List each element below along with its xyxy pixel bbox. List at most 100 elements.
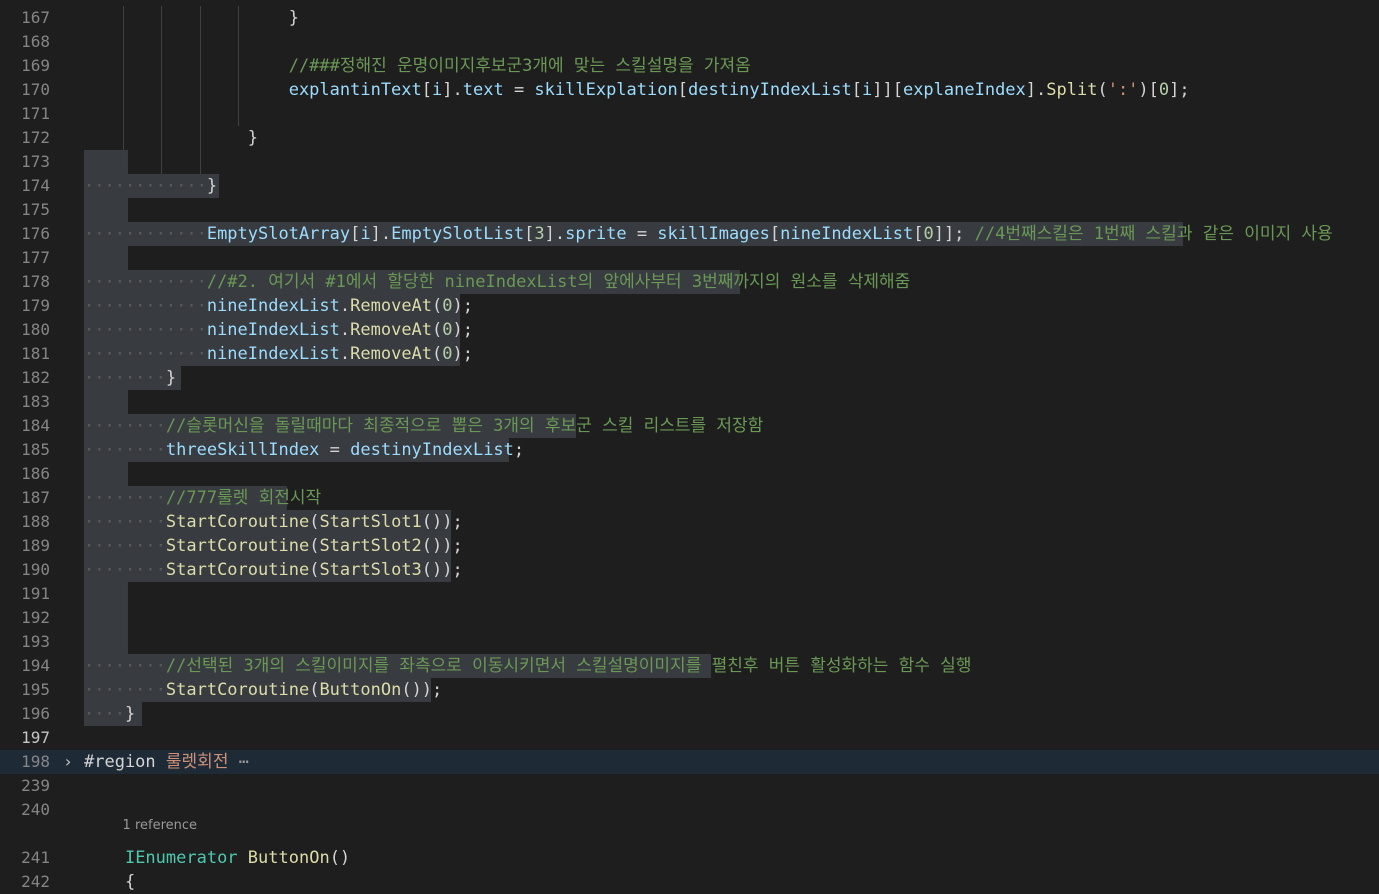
- code-text: ········}: [84, 368, 177, 388]
- code-line[interactable]: 185 ········threeSkillIndex = destinyInde…: [0, 438, 1379, 462]
- code-line[interactable]: 239: [0, 774, 1379, 798]
- line-number: 173: [21, 152, 50, 171]
- line-number: 170: [21, 80, 50, 99]
- line-number: 187: [21, 488, 50, 507]
- code-line[interactable]: 178 ············//#2. 여기서 #1에서 할당한 nineIn…: [0, 270, 1379, 294]
- selection-highlight: [84, 462, 128, 486]
- code-line[interactable]: 188 ········StartCoroutine(StartSlot1());: [0, 510, 1379, 534]
- code-text: ············//#2. 여기서 #1에서 할당한 nineIndex…: [84, 272, 911, 292]
- code-line[interactable]: 183: [0, 390, 1379, 414]
- code-line[interactable]: 184 ········//슬롯머신을 돌릴때마다 최종적으로 뽑은 3개의 후보…: [0, 414, 1379, 438]
- code-line[interactable]: 187 ········//777룰렛 회전시작: [0, 486, 1379, 510]
- line-number: 240: [21, 800, 50, 819]
- code-line[interactable]: 191: [0, 582, 1379, 606]
- code-text: ············nineIndexList.RemoveAt(0);: [84, 320, 474, 340]
- line-number: 197: [21, 728, 50, 747]
- code-line[interactable]: 192: [0, 606, 1379, 630]
- code-line[interactable]: 197: [0, 726, 1379, 750]
- line-number: 176: [21, 224, 50, 243]
- code-text: ············EmptySlotArray[i].EmptySlotL…: [84, 224, 1333, 244]
- line-number: 196: [21, 704, 50, 723]
- indent-guide: [161, 102, 163, 126]
- code-text: ········//슬롯머신을 돌릴때마다 최종적으로 뽑은 3개의 후보군 스…: [84, 416, 764, 436]
- indent-guide: [238, 102, 240, 126]
- code-line[interactable]: 174 ············}: [0, 174, 1379, 198]
- code-line[interactable]: 241 IEnumerator ButtonOn(): [0, 846, 1379, 870]
- line-number: 182: [21, 368, 50, 387]
- code-line[interactable]: 168: [0, 30, 1379, 54]
- line-number: 198: [21, 752, 50, 771]
- code-line[interactable]: 173: [0, 150, 1379, 174]
- line-number: 168: [21, 32, 50, 51]
- line-number: 175: [21, 200, 50, 219]
- chevron-right-icon[interactable]: ›: [60, 750, 76, 774]
- indent-guide: [238, 30, 240, 54]
- selection-highlight: [84, 150, 128, 174]
- code-line[interactable]: 198 › #region 룰렛회전 ⋯: [0, 750, 1379, 774]
- line-number: 242: [21, 872, 50, 891]
- code-line[interactable]: 182 ········}: [0, 366, 1379, 390]
- code-line[interactable]: 180 ············nineIndexList.RemoveAt(0)…: [0, 318, 1379, 342]
- code-editor[interactable]: 167 } 168 169 //###정해진 운명이미지후보군3개에 맞는 스킬설명…: [0, 0, 1379, 892]
- code-line[interactable]: 194 ········//선택된 3개의 스킬이미지를 좌측으로 이동시키면서 …: [0, 654, 1379, 678]
- line-number: 191: [21, 584, 50, 603]
- indent-guide: [122, 30, 124, 54]
- line-number: 188: [21, 512, 50, 531]
- code-text: }: [288, 8, 299, 28]
- selection-highlight: [84, 606, 128, 630]
- code-line[interactable]: 195 ········StartCoroutine(ButtonOn());: [0, 678, 1379, 702]
- code-line[interactable]: 172 }: [0, 126, 1379, 150]
- indent-guide: [199, 30, 201, 54]
- code-line[interactable]: 186: [0, 462, 1379, 486]
- code-text: ····}: [84, 704, 136, 724]
- code-text: ········StartCoroutine(ButtonOn());: [84, 680, 443, 700]
- line-number: 241: [21, 848, 50, 867]
- code-text: ········StartCoroutine(StartSlot1());: [84, 512, 463, 532]
- codelens-reference-count[interactable]: 1 reference: [123, 816, 197, 836]
- code-line[interactable]: 169 //###정해진 운명이미지후보군3개에 맞는 스킬설명을 가져옴: [0, 54, 1379, 78]
- code-line[interactable]: 171: [0, 102, 1379, 126]
- indent-guide: [161, 30, 163, 54]
- line-number: 174: [21, 176, 50, 195]
- code-line[interactable]: 196 ····}: [0, 702, 1379, 726]
- code-text: IEnumerator ButtonOn(): [124, 848, 351, 868]
- line-number: 172: [21, 128, 50, 147]
- indent-guide: [122, 102, 124, 126]
- code-line[interactable]: 167 }: [0, 6, 1379, 30]
- line-number: 171: [21, 104, 50, 123]
- code-line[interactable]: 175: [0, 198, 1379, 222]
- code-text: }: [247, 128, 259, 148]
- indent-guide: [199, 102, 201, 126]
- line-number: 192: [21, 608, 50, 627]
- code-line[interactable]: 170 explantinText[i].text = skillExplati…: [0, 78, 1379, 102]
- line-number: 189: [21, 536, 50, 555]
- code-line[interactable]: 179 ············nineIndexList.RemoveAt(0)…: [0, 294, 1379, 318]
- code-text: #region 룰렛회전 ⋯: [84, 752, 249, 772]
- selection-highlight: [84, 582, 128, 606]
- code-line[interactable]: 193: [0, 630, 1379, 654]
- code-line[interactable]: 189 ········StartCoroutine(StartSlot2());: [0, 534, 1379, 558]
- line-number: 181: [21, 344, 50, 363]
- code-text: {: [124, 872, 136, 892]
- indent-guide: [199, 150, 201, 174]
- code-line[interactable]: 240: [0, 798, 1379, 822]
- code-line[interactable]: 242 {: [0, 870, 1379, 894]
- line-number: 239: [21, 776, 50, 795]
- line-number: 178: [21, 272, 50, 291]
- line-number: 169: [21, 56, 50, 75]
- code-line[interactable]: 181 ············nineIndexList.RemoveAt(0)…: [0, 342, 1379, 366]
- line-number: 167: [21, 8, 50, 27]
- code-text: ········//777룰렛 회전시작: [84, 488, 322, 508]
- line-number: 193: [21, 632, 50, 651]
- code-line[interactable]: 190 ········StartCoroutine(StartSlot3());: [0, 558, 1379, 582]
- selection-highlight: [84, 246, 128, 270]
- line-number: 186: [21, 464, 50, 483]
- code-line[interactable]: 177: [0, 246, 1379, 270]
- code-text: ········threeSkillIndex = destinyIndexLi…: [84, 440, 525, 460]
- line-number: 180: [21, 320, 50, 339]
- code-line[interactable]: 176 ············EmptySlotArray[i].EmptySl…: [0, 222, 1379, 246]
- line-number: 190: [21, 560, 50, 579]
- selection-highlight: [84, 390, 128, 414]
- code-text: ············nineIndexList.RemoveAt(0);: [84, 296, 474, 316]
- line-number: 185: [21, 440, 50, 459]
